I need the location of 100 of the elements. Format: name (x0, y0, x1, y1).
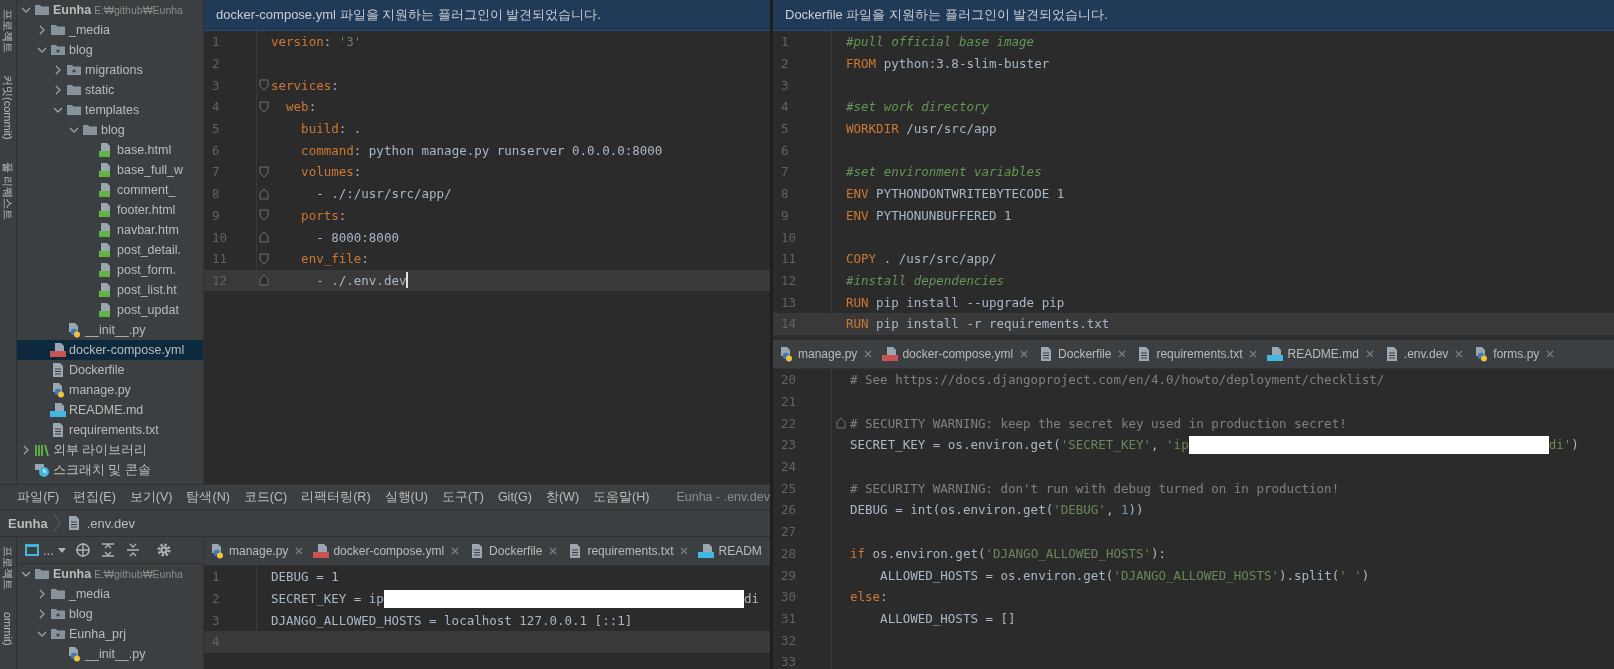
config-file-icon (50, 342, 66, 358)
fold-icon[interactable] (836, 417, 846, 430)
line-number: 6 (780, 142, 790, 158)
tree-item[interactable]: Dockerfile (17, 360, 203, 380)
close-icon[interactable] (1118, 350, 1127, 358)
collapse-all-icon[interactable] (124, 542, 141, 558)
tree-item[interactable]: Eunha E:₩github₩Eunha (17, 564, 203, 584)
tree-item[interactable]: _media (17, 20, 203, 40)
tree-item[interactable]: __init__.py (17, 320, 203, 340)
menu-item[interactable]: Git(G) (490, 490, 539, 504)
close-icon[interactable] (864, 350, 873, 358)
close-icon[interactable] (1020, 350, 1029, 358)
tree-item[interactable]: 외부 라이브러리 (17, 440, 203, 460)
tree-item[interactable]: navbar.htm (17, 220, 203, 240)
plugin-notification: Dockerfile 파일을 지원하는 플러그인이 발견되었습니다. (773, 0, 1614, 31)
editor-tab[interactable]: manage.py (773, 340, 878, 368)
menu-item[interactable]: 파일(F) (10, 488, 67, 506)
editor-tab[interactable]: manage.py (204, 537, 309, 565)
fold-icon[interactable] (259, 274, 269, 287)
editor-tab[interactable]: README.md (1262, 340, 1379, 368)
tree-item[interactable]: footer.html (17, 200, 203, 220)
tree-item[interactable]: base_full_w (17, 160, 203, 180)
tree-item[interactable]: Eunha E:₩github₩Eunha (17, 0, 203, 20)
close-icon[interactable] (1365, 350, 1374, 358)
code-line: - ./:/usr/src/app/ (315, 186, 452, 202)
tree-item[interactable]: README.md (17, 400, 203, 420)
window-title: Eunha - .env.dev (676, 490, 770, 504)
breadcrumb-separator-icon (52, 513, 61, 533)
tree-item[interactable]: Eunha_prj (17, 624, 203, 644)
folder-icon (66, 102, 82, 118)
tool-window-tab[interactable]: 프로젝트 (1, 6, 15, 56)
view-selector[interactable]: ... (25, 542, 66, 558)
fold-icon[interactable] (259, 165, 269, 178)
tool-window-tab[interactable]: 프로젝트 (1, 543, 15, 593)
tree-item[interactable]: _media (17, 584, 203, 604)
tree-item[interactable]: manage.py (17, 380, 203, 400)
editor-tab[interactable]: Dockerfile (464, 537, 563, 565)
code-line: SECRET_KEY = os.environ.get('SECRET_KEY', 'ip di') (850, 435, 1579, 454)
tree-item[interactable]: post_form. (17, 260, 203, 280)
tree-item[interactable]: blog (17, 604, 203, 624)
code-line: RUN pip install -r requirements.txt (846, 316, 1110, 332)
menu-item[interactable]: 편집(E) (66, 488, 123, 506)
tree-item[interactable]: base.html (17, 140, 203, 160)
tree-item[interactable]: migrations (17, 60, 203, 80)
menu-item[interactable]: 도움말(H) (586, 488, 657, 506)
editor-tab[interactable]: READM (693, 537, 767, 565)
editor-tab[interactable]: .env.dev (1378, 340, 1469, 368)
fold-icon[interactable] (259, 209, 269, 222)
close-icon[interactable] (680, 547, 689, 555)
menu-item[interactable]: 도구(T) (434, 488, 491, 506)
tree-item[interactable]: blog (17, 40, 203, 60)
settings-icon[interactable] (155, 542, 172, 558)
line-number: 9 (211, 207, 221, 223)
editor-tab[interactable]: docker-compose.yml (877, 340, 1034, 368)
editor-tab[interactable]: docker-compose.yml (308, 537, 465, 565)
line-number: 2 (211, 591, 221, 607)
fold-icon[interactable] (259, 187, 269, 200)
menu-item[interactable]: 실행(U) (377, 488, 435, 506)
tree-item[interactable]: post_updat (17, 300, 203, 320)
tree-item[interactable]: __init__.py (17, 644, 203, 664)
fold-icon[interactable] (259, 252, 269, 265)
tree-item[interactable]: requirements.txt (17, 420, 203, 440)
menu-item[interactable]: 리팩터링(R) (294, 488, 378, 506)
tree-item[interactable]: templates (17, 100, 203, 120)
editor-tab[interactable]: Dockerfile (1033, 340, 1132, 368)
code-line: - ./.env.dev (315, 272, 408, 289)
close-icon[interactable] (1455, 350, 1464, 358)
tree-item[interactable]: comment_ (17, 180, 203, 200)
tree-item[interactable]: static (17, 80, 203, 100)
editor-tab[interactable]: requirements.txt (1131, 340, 1263, 368)
tool-window-tab[interactable]: 풀 리퀘스트 (1, 158, 15, 223)
fold-icon[interactable] (259, 231, 269, 244)
tree-item[interactable]: blog (17, 120, 203, 140)
close-icon[interactable] (549, 547, 558, 555)
tree-item[interactable]: post_list.ht (17, 280, 203, 300)
fold-icon[interactable] (259, 79, 269, 92)
close-icon[interactable] (1546, 350, 1555, 358)
line-number: 8 (780, 186, 790, 202)
menu-item[interactable]: 탐색(N) (179, 488, 237, 506)
editor-tab[interactable]: forms.py (1468, 340, 1560, 368)
tool-window-tab[interactable]: ommit) (1, 609, 15, 649)
fold-icon[interactable] (259, 100, 269, 113)
tree-item[interactable]: docker-compose.yml (17, 340, 203, 360)
line-number: 28 (780, 545, 798, 561)
breadcrumb-item[interactable]: Eunha (8, 515, 48, 531)
tree-item[interactable]: 스크래치 및 콘솔 (17, 460, 203, 480)
close-icon[interactable] (451, 547, 460, 555)
tree-item[interactable]: post_detail. (17, 240, 203, 260)
crosshair-icon[interactable] (74, 542, 91, 558)
tool-window-tab[interactable]: 커밋(commit) (1, 72, 15, 143)
breadcrumb-item[interactable]: .env.dev (86, 515, 135, 531)
close-icon[interactable] (1249, 350, 1258, 358)
menu-item[interactable]: 보기(V) (122, 488, 180, 506)
menu-item[interactable]: 코드(C) (236, 488, 295, 506)
code-line: ports: (300, 207, 347, 223)
editor-tab[interactable]: requirements.txt (562, 537, 694, 565)
menu-item[interactable]: 창(W) (538, 488, 587, 506)
expand-all-icon[interactable] (99, 542, 116, 558)
package-folder-icon (50, 606, 66, 622)
close-icon[interactable] (295, 547, 304, 555)
